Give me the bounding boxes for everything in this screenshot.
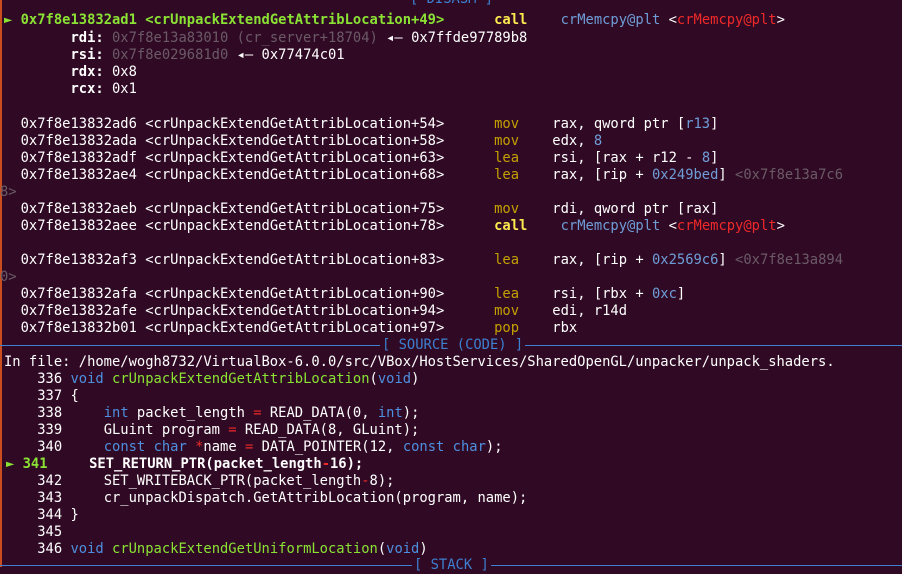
arg-row: rcx: 0x1: [70, 81, 137, 97]
source-current-marker: ►: [6, 456, 15, 472]
current-mnemonic: call: [494, 12, 528, 28]
source-separator: [ SOURCE (CODE) ]: [0, 337, 902, 354]
source-line[interactable]: 338 int packet_length = READ_DATA(0, int…: [4, 405, 419, 422]
source-line[interactable]: 340 const char *name = DATA_POINTER(12, …: [4, 439, 502, 456]
instruction-row[interactable]: 0x7f8e13832af3 <crUnpackExtendGetAttribL…: [4, 252, 843, 269]
instruction-row[interactable]: 0x7f8e13832aeb <crUnpackExtendGetAttribL…: [4, 201, 719, 218]
instruction-row[interactable]: 0x7f8e13832aee <crUnpackExtendGetAttribL…: [4, 218, 785, 235]
current-addr: 0x7f8e13832ad1: [20, 12, 137, 28]
source-line[interactable]: 342 SET_WRITEBACK_PTR(packet_length-8);: [4, 473, 394, 490]
instruction-row[interactable]: 0x7f8e13832afe <crUnpackExtendGetAttribL…: [4, 303, 627, 320]
arg-row: rsi: 0x7f8e029681d0 ◂— 0x77474c01: [70, 47, 345, 63]
arg-row: rdi: 0x7f8e13a83010 (cr_server+18704) ◂—…: [70, 30, 528, 46]
source-line[interactable]: 336 void crUnpackExtendGetAttribLocation…: [4, 371, 419, 388]
source-line[interactable]: 337 {: [4, 388, 79, 405]
source-line[interactable]: 343 cr_unpackDispatch.GetAttribLocation(…: [4, 490, 527, 507]
current-target: crMemcpy@plt: [560, 12, 661, 28]
current-target-sym: crMemcpy@plt: [676, 12, 777, 28]
source-line[interactable]: 346 void crUnpackExtendGetUniformLocatio…: [4, 541, 427, 558]
instruction-row[interactable]: 0x7f8e13832ae4 <crUnpackExtendGetAttribL…: [4, 167, 843, 184]
disasm-section-title: [ DISASM ]: [408, 0, 496, 8]
instruction-row[interactable]: 0x7f8e13832ad6 <crUnpackExtendGetAttribL…: [4, 116, 719, 133]
instruction-wrap: 0>: [0, 269, 17, 285]
source-line[interactable]: 345: [4, 524, 62, 541]
instruction-wrap: 8>: [0, 184, 17, 200]
instruction-row[interactable]: 0x7f8e13832afa <crUnpackExtendGetAttribL…: [4, 286, 686, 303]
source-line[interactable]: 339 GLuint program = READ_DATA(8, GLuint…: [4, 422, 419, 439]
current-instruction[interactable]: ► 0x7f8e13832ad1 <crUnpackExtendGetAttri…: [4, 12, 785, 29]
source-line[interactable]: 344 }: [4, 507, 79, 524]
instruction-row[interactable]: 0x7f8e13832ada <crUnpackExtendGetAttribL…: [4, 133, 603, 150]
instruction-row[interactable]: 0x7f8e13832adf <crUnpackExtendGetAttribL…: [4, 150, 719, 167]
stack-section-title: [ STACK ]: [412, 557, 491, 574]
current-line-marker: ►: [4, 12, 13, 28]
current-sym: <crUnpackExtendGetAttribLocation+49>: [145, 12, 445, 28]
source-line-current[interactable]: ► 341 SET_RETURN_PTR(packet_length-16);: [6, 456, 363, 473]
source-section-title: [ SOURCE (CODE) ]: [380, 337, 526, 354]
arg-row: rdx: 0x8: [70, 64, 137, 80]
instruction-row[interactable]: 0x7f8e13832b01 <crUnpackExtendGetAttribL…: [4, 320, 578, 337]
disasm-separator: [ DISASM ]: [0, 0, 902, 8]
stack-separator: [ STACK ]: [0, 557, 902, 574]
source-file-path: In file: /home/wogh8732/VirtualBox-6.0.0…: [4, 354, 835, 370]
